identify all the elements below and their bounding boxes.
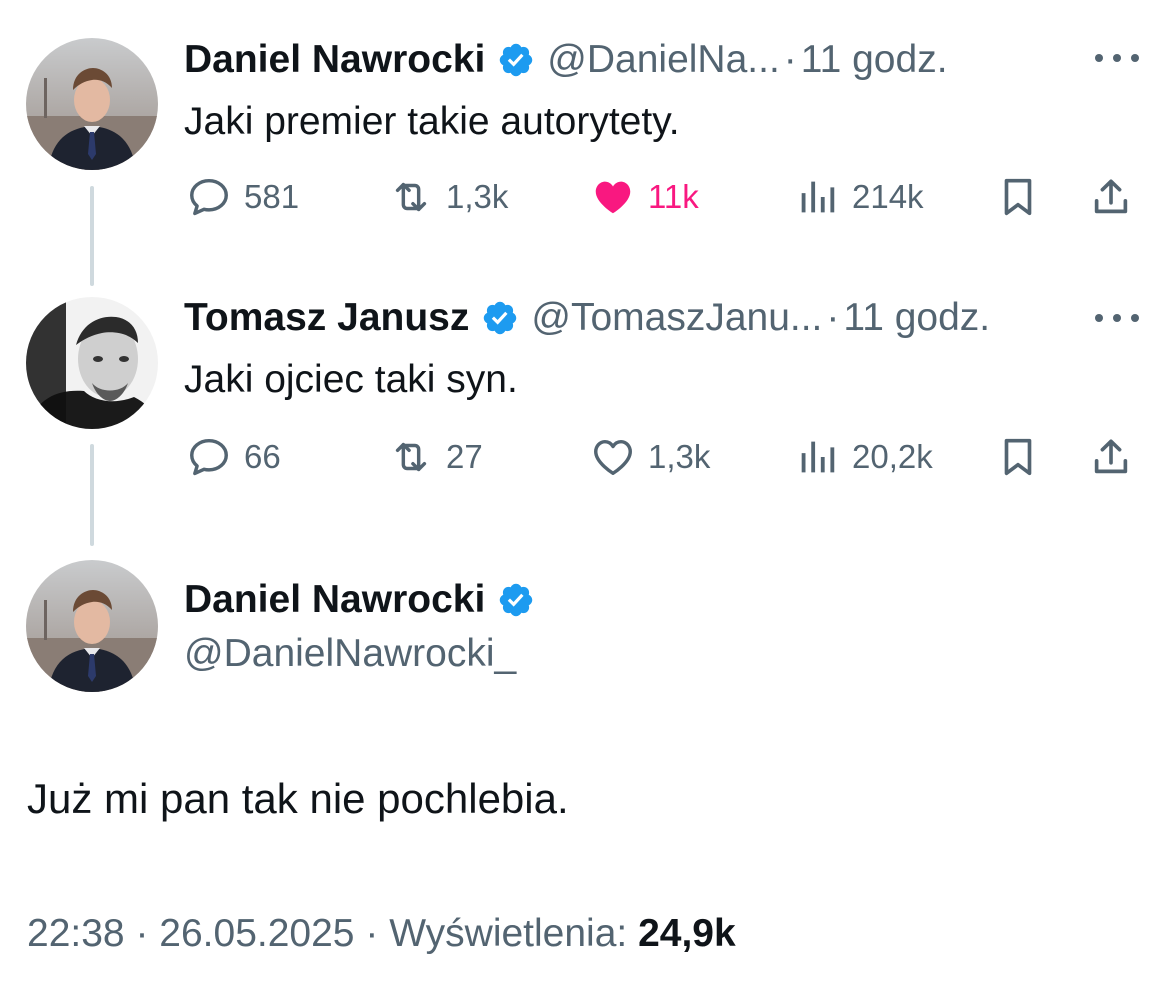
retweet-icon bbox=[388, 434, 434, 480]
tweet-header: Daniel Nawrocki @DanielNa... · 11 godz. bbox=[184, 38, 948, 82]
heart-icon bbox=[590, 174, 636, 220]
main-tweet-text: Już mi pan tak nie pochlebia. bbox=[27, 775, 569, 822]
tweet-text: Jaki ojciec taki syn. bbox=[184, 358, 518, 401]
reply-button[interactable]: 66 bbox=[186, 434, 281, 480]
heart-icon bbox=[590, 434, 636, 480]
avatar[interactable] bbox=[26, 297, 158, 429]
tweet-date[interactable]: 26.05.2025 bbox=[159, 912, 354, 955]
tweet-time[interactable]: 22:38 bbox=[27, 912, 125, 955]
retweet-icon bbox=[388, 174, 434, 220]
tweet-header: Tomasz Janusz @TomaszJanu... · 11 godz. bbox=[184, 296, 990, 340]
reply-button[interactable]: 581 bbox=[186, 174, 299, 220]
share-icon bbox=[1088, 174, 1134, 220]
display-name[interactable]: Daniel Nawrocki bbox=[184, 578, 485, 622]
share-icon bbox=[1088, 434, 1134, 480]
share-button[interactable] bbox=[1088, 174, 1134, 225]
bookmark-button[interactable] bbox=[995, 434, 1041, 485]
user-handle[interactable]: @DanielNawrocki_ bbox=[184, 632, 516, 676]
separator: · bbox=[135, 912, 149, 955]
views-label: Wyświetlenia: bbox=[389, 912, 628, 955]
timestamp[interactable]: 11 godz. bbox=[801, 38, 948, 82]
avatar[interactable] bbox=[26, 560, 158, 692]
thread-connector-line bbox=[90, 186, 94, 286]
verified-badge-icon bbox=[497, 41, 535, 79]
timestamp[interactable]: 11 godz. bbox=[843, 296, 990, 340]
more-icon[interactable] bbox=[1095, 310, 1139, 326]
display-name[interactable]: Tomasz Janusz bbox=[184, 296, 469, 340]
separator: · bbox=[365, 912, 379, 955]
like-count: 1,3k bbox=[648, 438, 711, 475]
like-button[interactable]: 1,3k bbox=[590, 434, 710, 480]
bookmark-icon bbox=[995, 174, 1041, 220]
views-button[interactable]: 20,2k bbox=[794, 434, 933, 480]
retweet-count: 27 bbox=[446, 438, 483, 475]
separator: · bbox=[826, 296, 840, 339]
like-button[interactable]: 11k bbox=[590, 174, 699, 220]
retweet-button[interactable]: 27 bbox=[388, 434, 483, 480]
more-icon[interactable] bbox=[1095, 50, 1139, 66]
main-tweet-author: Daniel Nawrocki bbox=[184, 578, 535, 622]
separator: · bbox=[783, 38, 797, 81]
verified-badge-icon bbox=[481, 299, 519, 337]
retweet-button[interactable]: 1,3k bbox=[388, 174, 508, 220]
avatar[interactable] bbox=[26, 38, 158, 170]
like-count: 11k bbox=[648, 178, 699, 215]
user-handle[interactable]: @DanielNa... bbox=[547, 38, 780, 82]
share-button[interactable] bbox=[1088, 434, 1134, 485]
tweet-text: Jaki premier takie autorytety. bbox=[184, 100, 680, 143]
tweet-meta: 22:38 · 26.05.2025 · Wyświetlenia: 24,9k bbox=[27, 912, 736, 956]
verified-badge-icon bbox=[497, 581, 535, 619]
bookmark-icon bbox=[995, 434, 1041, 480]
views-count: 214k bbox=[852, 178, 924, 215]
user-handle[interactable]: @TomaszJanu... bbox=[531, 296, 822, 340]
views-button[interactable]: 214k bbox=[794, 174, 924, 220]
reply-icon bbox=[186, 434, 232, 480]
views-icon bbox=[794, 434, 840, 480]
reply-count: 66 bbox=[244, 438, 281, 475]
display-name[interactable]: Daniel Nawrocki bbox=[184, 38, 485, 82]
thread-connector-line bbox=[90, 444, 94, 546]
views-count[interactable]: 24,9k bbox=[638, 912, 736, 955]
views-count: 20,2k bbox=[852, 438, 933, 475]
retweet-count: 1,3k bbox=[446, 178, 509, 215]
bookmark-button[interactable] bbox=[995, 174, 1041, 225]
reply-icon bbox=[186, 174, 232, 220]
reply-count: 581 bbox=[244, 178, 300, 215]
views-icon bbox=[794, 174, 840, 220]
